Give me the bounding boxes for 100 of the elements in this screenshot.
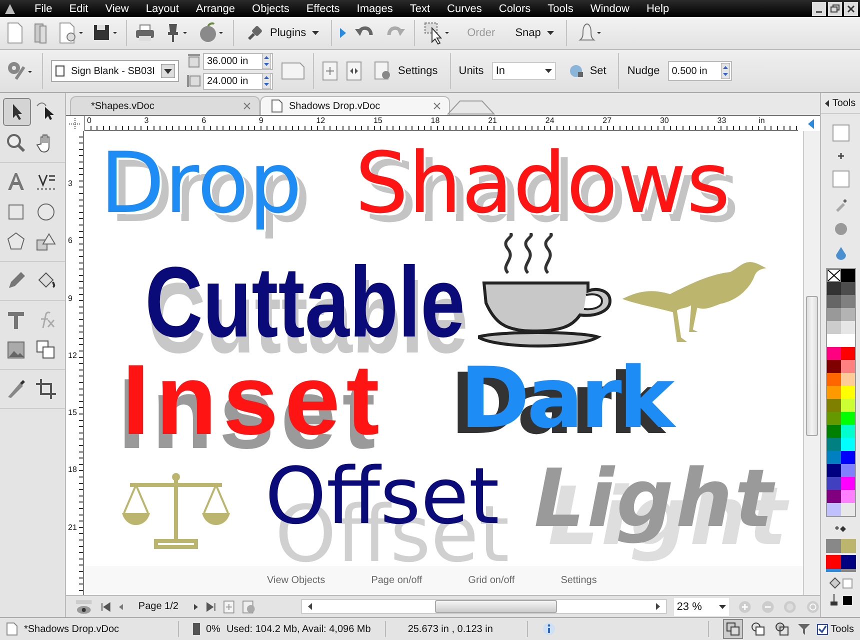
color-swatch[interactable]	[826, 451, 840, 464]
color-swatch[interactable]	[826, 386, 840, 399]
add-page-icon[interactable]	[322, 61, 338, 81]
previous-page-icon[interactable]	[118, 602, 124, 612]
color-swatch[interactable]	[840, 295, 854, 308]
minimize-icon[interactable]	[812, 2, 826, 16]
width-field[interactable]: 36.000 in	[203, 52, 273, 70]
color-swatch[interactable]	[826, 412, 840, 425]
color-swatch[interactable]	[840, 412, 854, 425]
color-swatch[interactable]	[840, 425, 854, 438]
menu-item[interactable]: Edit	[60, 2, 97, 14]
scroll-right-icon[interactable]	[654, 603, 660, 610]
menu-item[interactable]: Tools	[539, 2, 582, 14]
color-swatch[interactable]	[826, 308, 840, 321]
color-swatch[interactable]	[826, 425, 840, 438]
vertical-scrollbar[interactable]	[803, 131, 820, 595]
color-swatch[interactable]	[826, 464, 840, 477]
color-swatch[interactable]	[840, 386, 854, 399]
no-color-swatch-icon[interactable]	[826, 269, 840, 282]
color-swatch[interactable]	[826, 360, 840, 373]
menu-item[interactable]: File	[26, 2, 61, 14]
menu-item[interactable]: Colors	[490, 2, 540, 14]
color-swatch[interactable]	[840, 347, 854, 360]
menu-item[interactable]: Help	[638, 2, 678, 14]
canvas-action-link[interactable]: Settings	[560, 575, 597, 586]
menu-item[interactable]: Objects	[244, 2, 298, 14]
color-swatch[interactable]	[840, 373, 854, 386]
select-icon[interactable]	[423, 21, 452, 45]
horizontal-scrollbar[interactable]	[300, 599, 667, 614]
play-icon[interactable]	[340, 28, 346, 38]
menu-item[interactable]: Curves	[438, 2, 490, 14]
overlap-icon[interactable]	[748, 620, 767, 638]
color-swatch[interactable]	[826, 373, 840, 386]
color-swatch[interactable]	[840, 269, 854, 282]
height-field[interactable]: 24.000 in	[203, 72, 273, 90]
scroll-thumb[interactable]	[806, 296, 818, 436]
color-swatch[interactable]	[840, 399, 854, 412]
set-button[interactable]: Set	[564, 61, 610, 81]
color-swatch[interactable]	[826, 334, 840, 347]
eyedropper-icon[interactable]	[834, 198, 848, 212]
recent-file-icon[interactable]	[58, 22, 84, 44]
add-page-icon[interactable]	[223, 600, 235, 614]
funnel-icon[interactable]	[796, 622, 811, 636]
color-swatch[interactable]	[840, 334, 854, 347]
document-tab[interactable]: *Shapes.vDoc	[70, 96, 260, 115]
close-icon[interactable]	[844, 2, 858, 16]
color-swatch[interactable]	[840, 490, 854, 503]
apple-icon[interactable]	[197, 22, 225, 44]
crop-icon[interactable]	[33, 376, 59, 402]
color-swatch[interactable]	[840, 308, 854, 321]
menu-item[interactable]: Window	[582, 2, 638, 14]
canvas-action-link[interactable]: Grid on/off	[468, 575, 515, 586]
plus-icon[interactable]	[836, 152, 844, 160]
collapse-arrow-icon[interactable]	[808, 119, 814, 129]
page-arrows-icon[interactable]	[346, 61, 362, 81]
overlap-icon[interactable]	[772, 620, 791, 638]
outline-swatch-icon[interactable]	[832, 170, 850, 188]
color-swatch[interactable]	[840, 438, 854, 451]
drop-icon[interactable]	[834, 246, 848, 260]
snap-button[interactable]: Snap	[511, 25, 558, 41]
canvas-action-link[interactable]: Page on/off	[371, 575, 422, 586]
color-swatch[interactable]	[826, 295, 840, 308]
color-swatch[interactable]	[840, 477, 854, 490]
last-page-icon[interactable]	[206, 602, 216, 612]
fill-swatch-icon[interactable]	[832, 124, 850, 142]
menu-item[interactable]: Layout	[137, 2, 188, 14]
menu-item[interactable]: Arrange	[187, 2, 244, 14]
current-colors-icon[interactable]	[826, 539, 856, 573]
restore-icon[interactable]	[828, 2, 842, 16]
menu-item[interactable]: Text	[401, 2, 439, 14]
color-swatch[interactable]	[840, 451, 854, 464]
plugins-button[interactable]: Plugins	[242, 22, 324, 44]
circle-icon[interactable]	[834, 222, 848, 236]
add-color-icon[interactable]	[834, 525, 846, 533]
color-swatch[interactable]	[826, 399, 840, 412]
color-swatch[interactable]	[826, 347, 840, 360]
page-settings-icon[interactable]	[242, 600, 256, 614]
color-swatch[interactable]	[826, 321, 840, 334]
new-file-icon[interactable]	[6, 22, 24, 44]
menu-item[interactable]: Images	[348, 2, 402, 14]
info-icon[interactable]	[542, 622, 556, 636]
page-settings-button[interactable]: Settings	[370, 59, 442, 83]
eye-icon[interactable]	[74, 598, 94, 614]
color-swatch[interactable]	[826, 477, 840, 490]
first-page-icon[interactable]	[100, 602, 110, 612]
color-swatch[interactable]	[826, 282, 840, 295]
zoom-select[interactable]: 23 %	[674, 598, 729, 616]
units-select[interactable]: In	[492, 62, 556, 80]
zoom-fit-icon[interactable]	[806, 600, 820, 614]
menu-item[interactable]: View	[96, 2, 138, 14]
color-swatch[interactable]	[826, 503, 840, 516]
next-page-icon[interactable]	[193, 602, 200, 612]
color-swatch[interactable]	[840, 282, 854, 295]
tools-panel-header[interactable]: Tools	[821, 93, 860, 114]
print-icon[interactable]	[135, 22, 155, 44]
scroll-thumb[interactable]	[434, 600, 557, 613]
color-swatch[interactable]	[840, 360, 854, 373]
landscape-page-icon[interactable]	[281, 62, 305, 80]
tools-checkbox[interactable]: Tools	[816, 624, 854, 634]
canvas-action-link[interactable]: View Objects	[267, 575, 326, 586]
